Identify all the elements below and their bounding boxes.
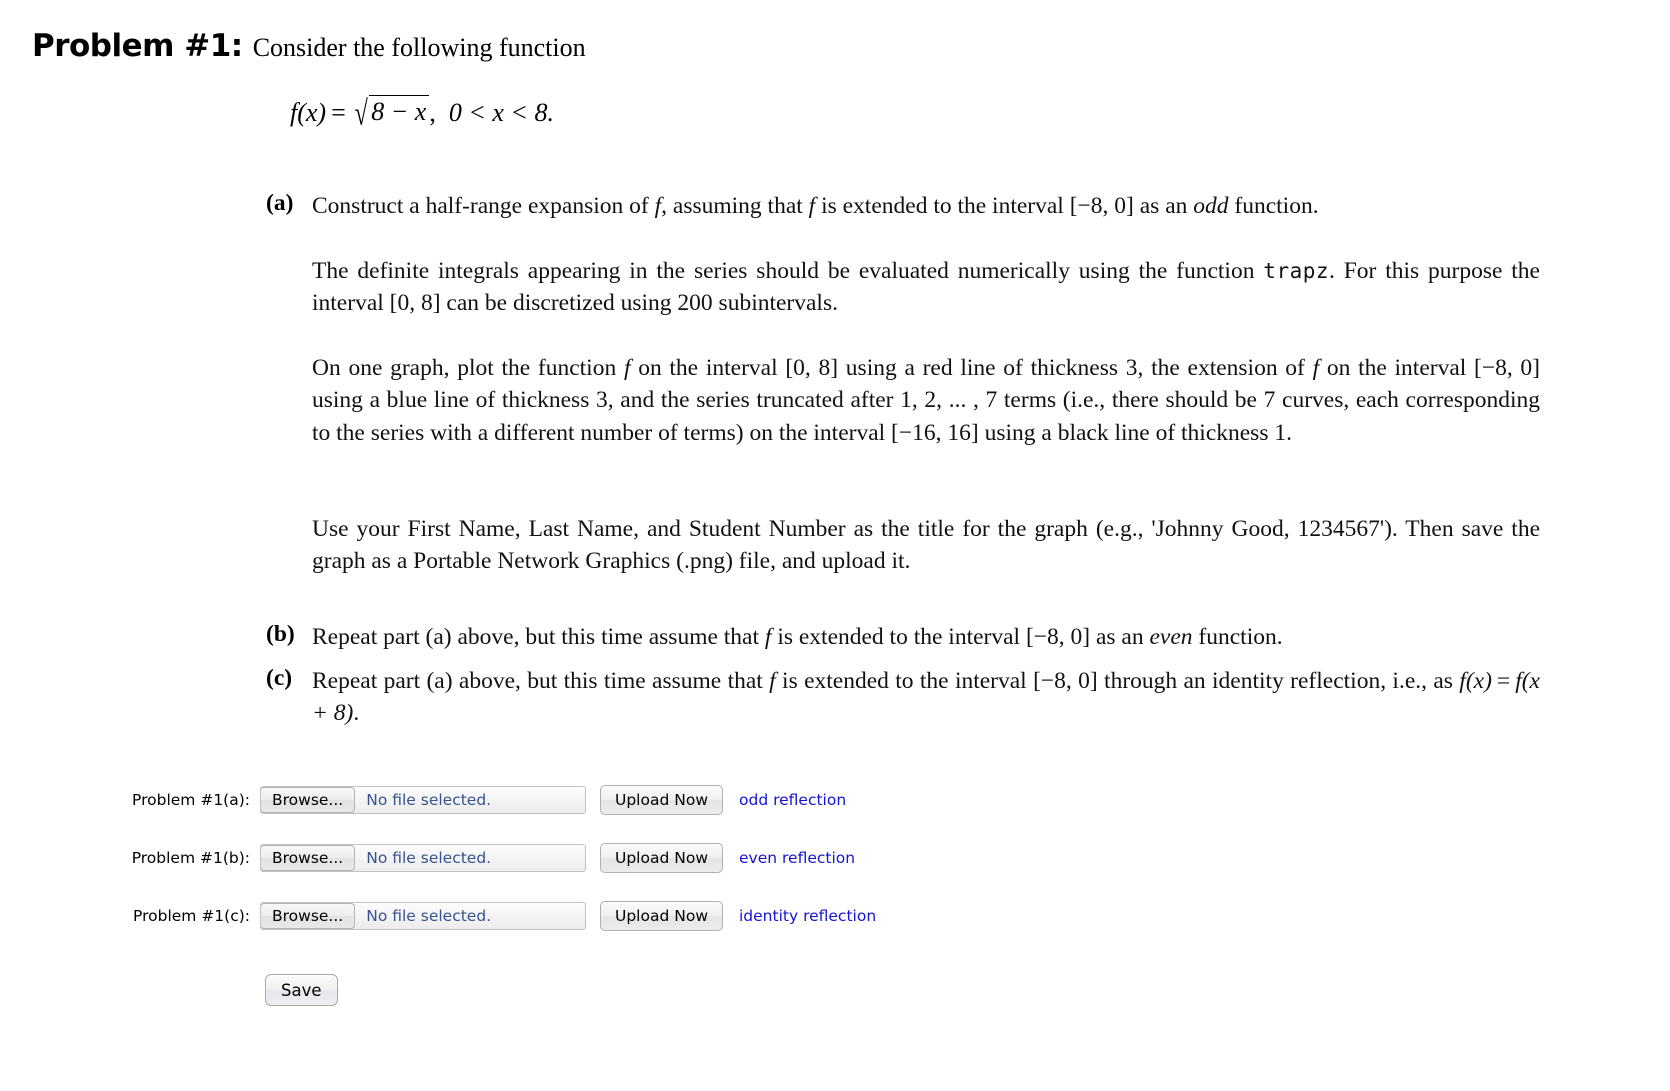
formula-domain: 0 < x < 8. — [448, 98, 554, 127]
save-row: Save — [0, 974, 1670, 1006]
item-a-text-4: function. — [1228, 193, 1319, 219]
trapz-function-name: trapz — [1263, 259, 1330, 283]
formula-lhs: f(x) — [290, 98, 327, 127]
problem-number-label: Problem #1: — [32, 28, 243, 64]
browse-button-c[interactable]: Browse... — [261, 903, 356, 929]
upload-now-button-c[interactable]: Upload Now — [600, 901, 723, 931]
file-status-b: No file selected. — [366, 849, 492, 867]
item-a-text: Construct a half-range expansion of f, a… — [312, 190, 1540, 222]
item-a-paragraph-2: The definite integrals appearing in the … — [312, 255, 1540, 320]
item-c-formula-equals: = — [1496, 668, 1511, 694]
item-a-paragraph-4: Use your First Name, Last Name, and Stud… — [312, 516, 1540, 575]
upload-now-button-b[interactable]: Upload Now — [600, 843, 723, 873]
item-b-text-2: is extended to the interval [−8, 0] as a… — [771, 624, 1150, 650]
file-status-c: No file selected. — [366, 907, 492, 925]
item-marker-c: (c) — [266, 665, 293, 691]
upload-now-button-a[interactable]: Upload Now — [600, 785, 723, 815]
item-c-text-1: Repeat part (a) above, but this time ass… — [312, 668, 770, 694]
upload-row-c: Problem #1(c): Browse... No file selecte… — [0, 896, 1670, 936]
square-root-icon: √ 8 − x — [351, 95, 430, 131]
item-a-text-2: , assuming that — [661, 193, 809, 219]
para-a3-text-2: on the interval [0, 8] using a red line … — [630, 355, 1313, 381]
item-a-emphasis: odd — [1193, 193, 1229, 219]
upload-row-a-label: Problem #1(a): — [132, 791, 250, 809]
function-definition-formula: f(x) = √ 8 − x, 0 < x < 8. — [290, 95, 554, 131]
reflection-note-c: identity reflection — [739, 907, 877, 925]
item-b-text-1: Repeat part (a) above, but this time ass… — [312, 624, 765, 650]
file-input-c[interactable]: Browse... No file selected. — [260, 902, 586, 930]
file-input-a[interactable]: Browse... No file selected. — [260, 786, 586, 814]
para-a3-text-1: On one graph, plot the function — [312, 355, 624, 381]
item-marker-b: (b) — [266, 621, 295, 647]
item-b-text-3: function. — [1192, 624, 1283, 650]
file-status-a: No file selected. — [366, 791, 492, 809]
upload-row-c-label: Problem #1(c): — [133, 907, 250, 925]
item-c-text: Repeat part (a) above, but this time ass… — [312, 665, 1540, 730]
upload-form: Problem #1(a): Browse... No file selecte… — [0, 780, 1670, 1006]
item-c-formula-lhs: f(x) — [1459, 668, 1492, 694]
para-a2-text-1: The definite integrals appearing in the … — [312, 258, 1264, 284]
reflection-note-a: odd reflection — [739, 791, 847, 809]
browse-button-b[interactable]: Browse... — [261, 845, 356, 871]
radical-sign: √ — [354, 94, 368, 133]
reflection-note-b: even reflection — [739, 849, 856, 867]
item-c-text-3: . — [353, 700, 360, 727]
assignment-page: Problem #1: Consider the following functi… — [0, 0, 1670, 1091]
item-b-text: Repeat part (a) above, but this time ass… — [312, 621, 1540, 653]
formula-radicand: 8 − x — [369, 95, 430, 127]
file-input-b[interactable]: Browse... No file selected. — [260, 844, 586, 872]
upload-row-a: Problem #1(a): Browse... No file selecte… — [0, 780, 1670, 820]
item-a-paragraph-3: On one graph, plot the function f on the… — [312, 352, 1540, 449]
formula-comma: , — [429, 98, 436, 127]
browse-button-a[interactable]: Browse... — [261, 787, 356, 813]
item-marker-a: (a) — [266, 190, 294, 216]
upload-row-b: Problem #1(b): Browse... No file selecte… — [0, 838, 1670, 878]
item-b-emphasis: even — [1149, 624, 1193, 650]
item-a-text-1: Construct a half-range expansion of — [312, 193, 655, 219]
problem-intro-text: Consider the following function — [252, 33, 586, 62]
upload-row-b-label: Problem #1(b): — [131, 849, 250, 867]
problem-heading: Problem #1: Consider the following functi… — [32, 28, 586, 64]
formula-equals: = — [331, 98, 346, 127]
item-a-text-3: is extended to the interval [−8, 0] as a… — [815, 193, 1194, 219]
item-c-text-2: is extended to the interval [−8, 0] thro… — [775, 668, 1460, 694]
save-button[interactable]: Save — [265, 974, 338, 1006]
